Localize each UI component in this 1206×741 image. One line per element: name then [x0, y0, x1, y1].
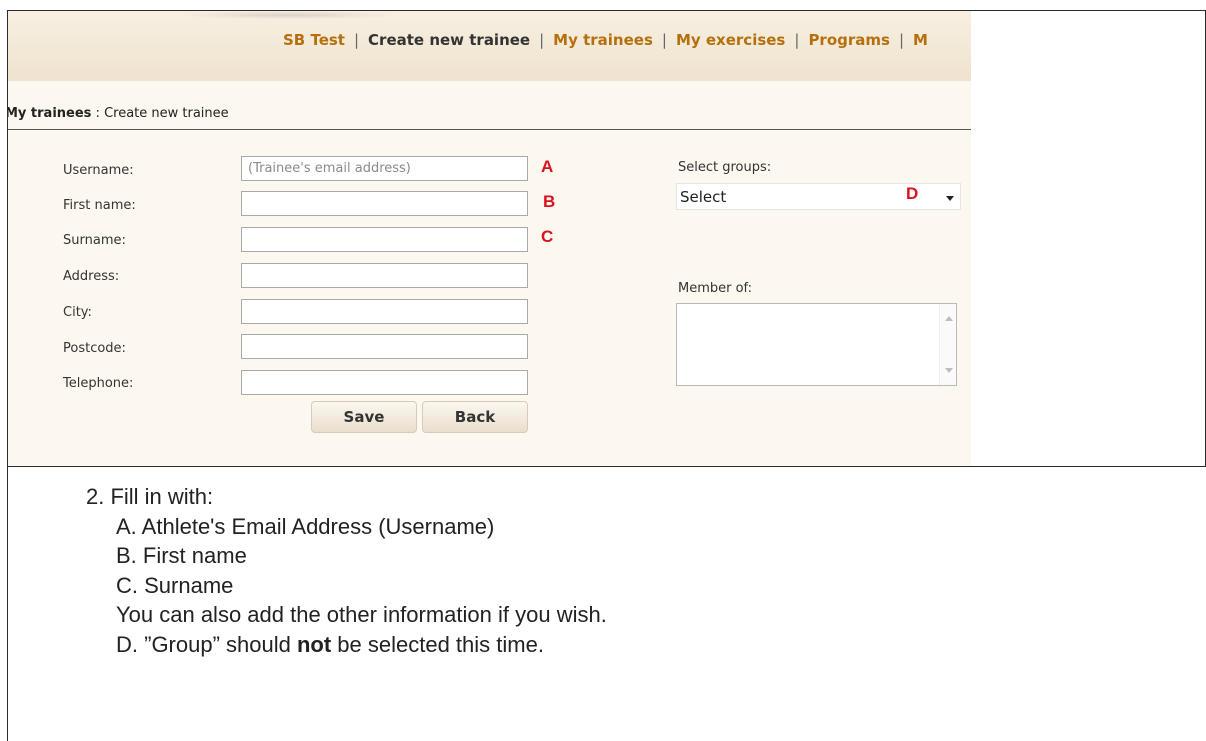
- telephone-input[interactable]: [241, 370, 528, 395]
- instruction-note: You can also add the other information i…: [116, 602, 607, 627]
- instruction-item-b: B. First name: [116, 543, 247, 568]
- member-of-label: Member of:: [678, 281, 753, 296]
- breadcrumb-current: : Create new trainee: [91, 106, 229, 121]
- top-navigation-bar: SB Test | Create new trainee | My trainees | M…: [8, 11, 971, 81]
- instruction-item-c: C. Surname: [116, 572, 234, 598]
- instruction-item-d: D. ”Group” should not be selected this t…: [86, 630, 607, 660]
- nav-separator: |: [539, 31, 545, 49]
- breadcrumb-parent[interactable]: My trainees: [8, 106, 91, 121]
- instruction-item-d-pre: D. ”Group” should: [116, 631, 297, 657]
- save-button[interactable]: Save: [311, 401, 417, 433]
- instruction-item-d-post: be selected this time.: [331, 631, 544, 657]
- nav-item-create-new-trainee[interactable]: Create new trainee: [368, 31, 530, 49]
- firstname-label: First name:: [63, 198, 136, 213]
- instruction-heading: 2. Fill in with:: [86, 484, 214, 509]
- postcode-label: Postcode:: [63, 341, 126, 356]
- breadcrumb-divider: [8, 129, 971, 130]
- address-input[interactable]: [241, 263, 528, 288]
- marker-d: D: [906, 184, 919, 203]
- listbox-scrollbar[interactable]: [939, 304, 956, 385]
- main-nav: SB Test | Create new trainee | My trainees | M…: [283, 31, 928, 49]
- marker-c: C: [541, 227, 554, 246]
- scroll-up-icon[interactable]: [945, 316, 953, 321]
- select-groups-label: Select groups:: [678, 160, 772, 175]
- member-of-listbox[interactable]: [676, 303, 957, 386]
- surname-input[interactable]: [241, 227, 528, 252]
- nav-separator: |: [898, 31, 905, 49]
- nav-item-my-trainees[interactable]: My trainees: [553, 31, 653, 49]
- app-screenshot: SB Test | Create new trainee | My trainees | M…: [8, 11, 971, 466]
- instructions: 2. Fill in with: A. Athlete's Email Addr…: [86, 482, 607, 659]
- back-button[interactable]: Back: [422, 401, 528, 433]
- groups-select-value: Select: [680, 188, 727, 206]
- nav-separator: |: [794, 31, 800, 49]
- firstname-input[interactable]: [241, 191, 528, 216]
- header-shadow: [178, 11, 398, 19]
- nav-item-sb-test[interactable]: SB Test: [283, 31, 345, 49]
- username-input[interactable]: [241, 156, 528, 181]
- groups-select[interactable]: Select D: [676, 183, 961, 210]
- instruction-item-a: A. Athlete's Email Address (Username): [116, 513, 495, 539]
- address-label: Address:: [63, 269, 120, 284]
- instruction-item-d-bold: not: [296, 631, 332, 657]
- nav-item-my-exercises[interactable]: My exercises: [676, 31, 785, 49]
- chevron-down-icon: [946, 196, 954, 201]
- telephone-label: Telephone:: [63, 376, 134, 391]
- table-border-middle: [7, 466, 1206, 467]
- nav-separator: |: [661, 31, 667, 49]
- surname-label: Surname:: [63, 233, 126, 248]
- postcode-input[interactable]: [241, 334, 528, 359]
- city-input[interactable]: [241, 299, 528, 324]
- nav-item-truncated[interactable]: M: [913, 31, 928, 49]
- nav-item-programs[interactable]: Programs: [808, 31, 890, 49]
- breadcrumb: My trainees : Create new trainee: [8, 106, 229, 121]
- city-label: City:: [63, 305, 92, 320]
- marker-b: B: [543, 192, 556, 211]
- username-label: Username:: [63, 163, 134, 178]
- nav-separator: |: [353, 31, 360, 49]
- marker-a: A: [541, 157, 554, 176]
- scroll-down-icon[interactable]: [945, 368, 953, 373]
